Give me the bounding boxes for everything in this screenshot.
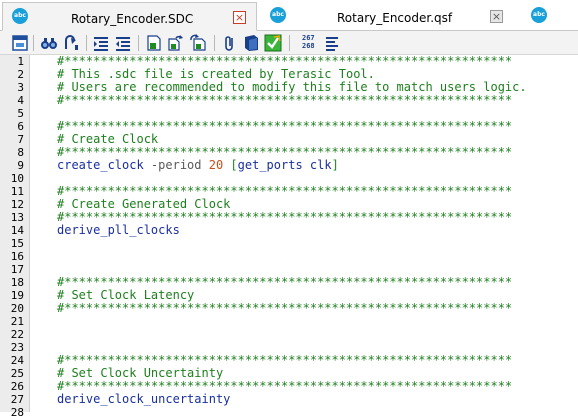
line-counter-top: 267 [302, 34, 315, 42]
code-line: #***************************************… [57, 94, 513, 107]
align-lines-icon[interactable] [323, 34, 341, 52]
code-line: #***************************************… [57, 380, 513, 393]
code-line: #***************************************… [57, 146, 513, 159]
find-icon[interactable] [40, 34, 58, 52]
close-tab-icon[interactable]: × [233, 11, 246, 24]
indent-icon[interactable] [92, 34, 110, 52]
replace-icon[interactable] [190, 34, 208, 52]
code-line: # Create Generated Clock [57, 198, 231, 211]
code-command: create_clock [57, 159, 144, 172]
line-number: 11 [10, 185, 24, 198]
code-argument: -period [143, 159, 202, 172]
abc-file-icon: abc [531, 7, 547, 23]
tab-title: Rotary_Encoder.SDC [71, 12, 194, 26]
line-number: 9 [17, 159, 24, 172]
code-bracket: [ [223, 159, 238, 172]
line-number: 2 [17, 68, 24, 81]
tab-bar: abc Rotary_Encoder.SDC × abc Rotary_Enco… [0, 0, 578, 31]
line-number: 24 [10, 354, 24, 367]
line-number: 25 [10, 367, 24, 380]
code-line: #***************************************… [57, 55, 513, 68]
code-line: #***************************************… [57, 302, 513, 315]
line-number: 26 [10, 380, 24, 393]
check-icon[interactable] [264, 34, 282, 52]
line-number: 21 [10, 315, 24, 328]
line-number: 13 [10, 211, 24, 224]
toolbar: 267 268 [0, 31, 578, 55]
line-number: 15 [10, 237, 24, 250]
line-number: 18 [10, 276, 24, 289]
line-number: 19 [10, 289, 24, 302]
new-window-icon[interactable] [11, 34, 29, 52]
code-line: # Set Clock Uncertainty [57, 367, 224, 380]
code-subcommand: get_ports clk [237, 159, 332, 172]
line-numbers-icon[interactable]: 267 268 [302, 34, 315, 50]
line-number: 6 [17, 120, 24, 133]
toolbar-separator [86, 35, 87, 51]
code-line: create_clock -period 20 [get_ports clk] [57, 159, 578, 172]
code-line: # Create Clock [57, 133, 159, 146]
find-next-icon[interactable] [62, 34, 80, 52]
toolbar-separator [289, 35, 290, 51]
code-line: #***************************************… [57, 211, 513, 224]
toolbar-separator [33, 35, 34, 51]
line-number: 8 [17, 146, 24, 159]
code-line: #***************************************… [57, 354, 513, 367]
code-line: #***************************************… [57, 120, 513, 133]
insert-template-icon[interactable] [166, 34, 184, 52]
line-number: 10 [10, 172, 24, 185]
bookmark-icon[interactable] [145, 34, 163, 52]
line-number: 23 [10, 341, 24, 354]
line-number: 7 [17, 133, 24, 146]
code-line: derive_pll_clocks [57, 224, 180, 237]
line-number: 3 [17, 81, 24, 94]
toolbar-separator [214, 35, 215, 51]
line-counter-bottom: 268 [302, 42, 315, 50]
code-line: #***************************************… [57, 185, 513, 198]
code-editor[interactable]: 1 2 3 4 5 6 7 8 9 10 11 12 13 14 15 16 17 18 19 20 21 22 23 24 2… [0, 55, 578, 419]
code-number: 20 [201, 159, 224, 172]
line-number: 17 [10, 263, 24, 276]
tab-rotary-encoder-sdc[interactable]: abc Rotary_Encoder.SDC × [2, 2, 257, 31]
code-text-area[interactable]: #***************************************… [57, 55, 578, 419]
abc-file-icon: abc [12, 8, 28, 24]
line-number: 22 [10, 328, 24, 341]
code-bracket: ] [331, 159, 339, 172]
toolbar-separator [138, 35, 139, 51]
line-number: 4 [17, 94, 24, 107]
line-number: 20 [10, 302, 24, 315]
code-line: # Set Clock Latency [57, 289, 195, 302]
abc-file-icon: abc [270, 7, 286, 23]
line-number: 1 [17, 55, 24, 68]
line-number: 28 [10, 406, 24, 419]
tab-rotary-encoder-qsf[interactable]: abc Rotary_Encoder.qsf × [258, 2, 522, 31]
book-icon[interactable] [242, 34, 260, 52]
code-line: derive_clock_uncertainty [57, 393, 231, 406]
line-numbers: 1 2 3 4 5 6 7 8 9 10 11 12 13 14 15 16 17 18 19 20 21 22 23 24 2… [0, 55, 24, 419]
paperclip-icon[interactable] [221, 34, 239, 52]
line-number: 5 [17, 107, 24, 120]
code-line: # Users are recommended to modify this f… [57, 81, 527, 94]
line-number: 14 [10, 224, 24, 237]
tab-title: Rotary_Encoder.qsf [337, 11, 453, 25]
unindent-icon[interactable] [114, 34, 132, 52]
line-number: 12 [10, 198, 24, 211]
tab-overflow[interactable]: abc [523, 2, 578, 31]
code-line: #***************************************… [57, 276, 513, 289]
code-line: # This .sdc file is created by Terasic T… [57, 68, 375, 81]
line-number-gutter: 1 2 3 4 5 6 7 8 9 10 11 12 13 14 15 16 17 18 19 20 21 22 23 24 2… [0, 55, 30, 419]
line-number: 27 [10, 393, 24, 406]
close-tab-icon[interactable]: × [490, 10, 503, 23]
line-number: 16 [10, 250, 24, 263]
